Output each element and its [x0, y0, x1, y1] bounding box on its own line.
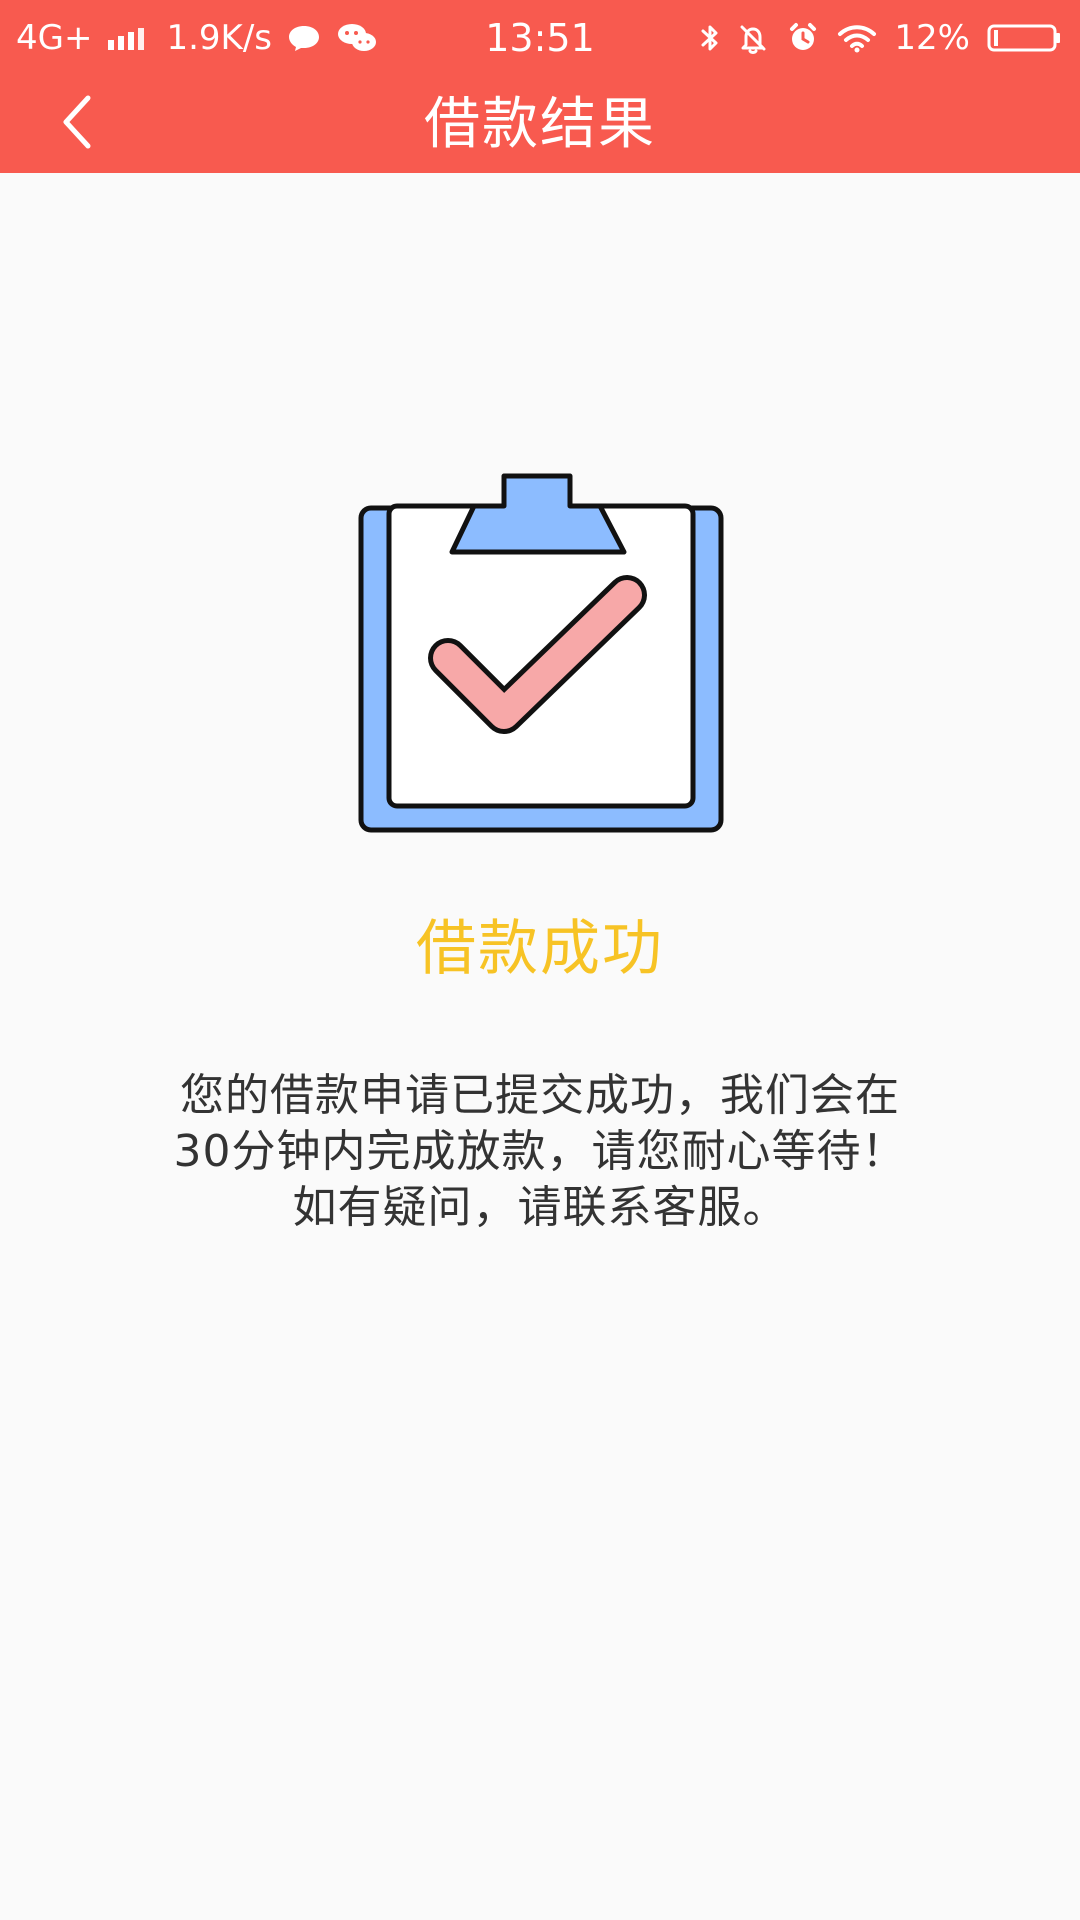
wechat-icon	[336, 22, 380, 54]
battery-percent-label: 12%	[894, 18, 970, 58]
network-type-label: 4G+	[16, 18, 93, 58]
app-header: 4G+ 1.9K/s 13:51 12% 借款结果	[0, 0, 1080, 173]
battery-icon	[986, 21, 1062, 55]
status-left: 4G+ 1.9K/s	[16, 0, 380, 76]
message-line-2: 30分钟内完成放款，请您耐心等待！	[173, 1126, 907, 1177]
status-bar: 4G+ 1.9K/s 13:51 12%	[0, 0, 1080, 76]
message-line-1: 您的借款申请已提交成功，我们会在	[180, 1070, 900, 1121]
network-speed-label: 1.9K/s	[166, 18, 273, 58]
signal-strength-icon	[106, 24, 152, 52]
message-bubble-icon	[286, 23, 322, 53]
page-title: 借款结果	[424, 92, 656, 157]
mute-bell-icon	[736, 21, 770, 55]
status-right: 12%	[700, 0, 1062, 76]
message-line-3: 如有疑问，请联系客服。	[292, 1182, 788, 1233]
screen: 4G+ 1.9K/s 13:51 12% 借款结果 借款成功 您的借款申请已提交…	[0, 0, 1080, 1920]
result-message: 您的借款申请已提交成功，我们会在 30分钟内完成放款，请您耐心等待！ 如有疑问，…	[140, 1068, 940, 1236]
alarm-clock-icon	[786, 21, 820, 55]
bluetooth-icon	[700, 21, 720, 55]
success-title: 借款成功	[416, 914, 664, 984]
title-row: 借款结果	[0, 76, 1080, 173]
success-illustration	[356, 470, 726, 840]
wifi-icon	[836, 22, 878, 54]
clipboard-check-icon	[358, 473, 724, 833]
